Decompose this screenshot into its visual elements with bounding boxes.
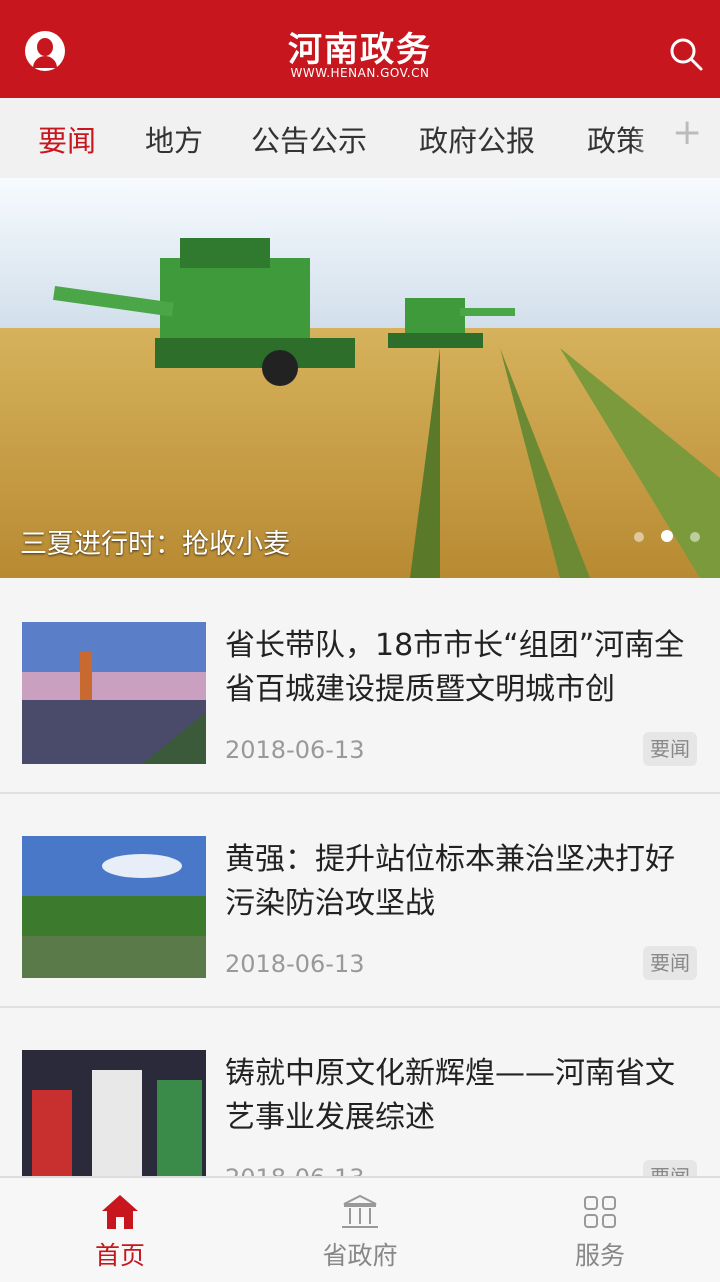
nav-services[interactable]: 服务 [480,1178,720,1282]
nav-label: 服务 [574,1241,625,1270]
nav-home[interactable]: 首页 [0,1178,240,1282]
home-icon [102,1195,138,1229]
news-thumbnail [22,836,206,978]
tab-local[interactable]: 地方 [145,118,203,160]
news-date: 2018-06-13 [225,950,365,978]
news-tag: 要闻 [643,732,697,766]
banner-caption: 三夏进行时：抢收小麦 [20,529,290,560]
nav-label: 省政府 [322,1241,398,1270]
banner-carousel[interactable]: 三夏进行时：抢收小麦 [0,178,720,578]
search-icon[interactable] [668,36,704,72]
app-header: 河南政务 WWW.HENAN.GOV.CN [0,0,720,98]
grid-icon [584,1196,616,1228]
news-tag: 要闻 [643,1160,697,1176]
news-item[interactable]: 黄强：提升站位标本兼治坚决打好污染防治攻坚战 2018-06-13 要闻 [0,792,720,1008]
app-title: 河南政务 [288,30,432,70]
news-thumbnail [22,622,206,764]
app-subtitle: WWW.HENAN.GOV.CN [290,66,430,80]
banner-image [0,178,720,578]
news-thumbnail [22,1050,206,1176]
news-list: 省长带队，18市市长“组团”河南全省百城建设提质暨文明城市创 2018-06-1… [0,578,720,1176]
nav-label: 首页 [94,1241,145,1270]
news-date: 2018-06-13 [225,1164,364,1176]
nav-government[interactable]: 省政府 [240,1178,480,1282]
bottom-navigation: 首页 省政府 服务 [0,1176,720,1282]
tab-announcements[interactable]: 公告公示 [251,118,367,160]
plus-icon[interactable]: + [672,112,702,153]
government-building-icon [342,1194,378,1228]
news-title: 铸就中原文化新辉煌——河南省文艺事业发展综述 [225,1056,675,1135]
news-date: 2018-06-13 [225,736,365,764]
category-tabs: 要闻 地方 公告公示 政府公报 政策 + [0,98,720,178]
news-item[interactable]: 铸就中原文化新辉煌——河南省文艺事业发展综述 2018-06-13 要闻 [0,1006,720,1176]
news-tag: 要闻 [643,946,697,980]
tab-news[interactable]: 要闻 [38,118,96,160]
news-title: 黄强：提升站位标本兼治坚决打好污染防治攻坚战 [225,842,675,921]
news-item[interactable]: 省长带队，18市市长“组团”河南全省百城建设提质暨文明城市创 2018-06-1… [0,578,720,794]
carousel-indicator [634,527,717,546]
tab-gazette[interactable]: 政府公报 [419,118,535,160]
news-title: 省长带队，18市市长“组团”河南全省百城建设提质暨文明城市创 [225,628,685,707]
